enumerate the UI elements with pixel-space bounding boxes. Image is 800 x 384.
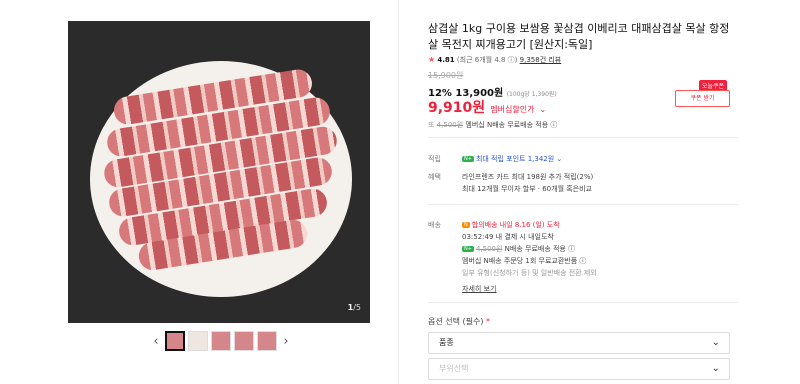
naver-plus-badge: N+ [462,156,474,162]
chevron-down-icon: ⌄ [554,155,563,163]
option-label: 옵션 선택 (필수) * [428,316,490,327]
delivery-cutoff: 03:52:49 내 결제 시 내일도착 [462,233,554,241]
shipping-note-text: 멤버십 N배송 무료배송 적용 [465,121,549,129]
member-price-label[interactable]: 멤버십할인가 [490,105,534,114]
image-counter: 1/5 [348,303,361,312]
thumbnail[interactable] [234,331,254,351]
rating-row: ★ 4.81 (최근 6개월 4.8 ⓘ) 9,358건 리뷰 [428,55,561,65]
option-select-variety[interactable]: 품종 ⌄ [428,332,730,354]
member-delivery-line: N+ 4,500원 N배송 무료배송 적용 ⓘ [462,244,575,254]
points-label: 적립 [428,155,441,163]
info-icon: ⓘ [565,245,576,253]
thumbnail-strip: ‹ › [150,331,292,351]
thumbnail[interactable] [257,331,277,351]
rating-recent: (최근 6개월 4.8 [456,56,506,64]
option-select-value: 부위선택 [439,364,469,373]
coupon-label: 쿠폰 받기 [690,95,715,102]
star-icon: ★ [428,55,436,64]
divider [428,137,738,138]
rating-score: 4.81 [437,56,455,64]
benefit-line: 최대 12개월 무이자 할부 · 60개월 혹은비교 [462,185,592,193]
image-counter-total: /5 [353,303,361,312]
shipping-note: 또 4,500원 멤버십 N배송 무료배송 적용 ⓘ [428,120,557,130]
delivery-label: 배송 [428,221,441,229]
coupon-button[interactable]: 쿠폰 받기 [675,90,730,107]
exchange-text: 멤버십 N배송 주문당 1회 무료교환반품 [462,257,578,265]
points-line[interactable]: N+ 최대 적립 포인트 1,342원 ⌄ [462,154,562,164]
points-text: 최대 적립 포인트 1,342원 [475,155,555,163]
required-mark: * [486,317,491,326]
option-select-cut[interactable]: 부위선택 ⌄ [428,358,730,380]
product-main-image[interactable]: 1/5 [68,21,370,323]
delivery-eta-line: N 합의배송 내일 8.16 (일) 도착 [462,220,560,230]
member-price: 9,910원 [428,100,486,116]
naver-plus-badge: N+ [462,246,474,252]
chevron-down-icon: ⌄ [711,337,720,348]
thumbnail[interactable] [188,331,208,351]
benefits-label: 혜택 [428,173,441,181]
divider [398,0,399,384]
divider [428,204,738,205]
delivery-badge: N [462,222,470,228]
option-select-value: 품종 [439,338,454,347]
product-title: 삼겹살 1kg 구이용 보쌈용 꽃삼겹 이베리코 대패삼겹살 목살 항정살 목전… [428,22,730,51]
delivery-detail-link[interactable]: 자세히 보기 [462,284,496,294]
info-icon: ⓘ) [505,56,518,64]
delivery-eta: 내일 8.16 (일) 도착 [499,221,560,229]
review-count-link[interactable]: 9,358건 리뷰 [520,56,562,64]
member-delivery-note: N배송 무료배송 적용 [504,245,566,253]
benefit-line: 라인프렌즈 카드 최대 198원 추가 적립(2%) [462,173,594,181]
thumbnail[interactable] [165,331,185,351]
chevron-down-icon: ⌄ [711,363,720,374]
original-price: 15,900원 [428,71,464,80]
delivery-type: 합의배송 [471,221,498,229]
chevron-left-icon[interactable]: ‹ [150,334,162,349]
option-label-text: 옵션 선택 (필수) [428,317,484,326]
chevron-right-icon[interactable]: › [280,334,292,349]
chevron-down-icon[interactable]: ⌄ [540,105,547,114]
divider [428,302,738,303]
shipping-strike-price: 4,500원 [436,121,464,129]
member-price-row: 9,910원 멤버십할인가 ⌄ [428,97,546,117]
info-icon: ⓘ [548,121,558,129]
exclude-note: 일부 유형(신청하기 등) 및 일반배송 전환 제외 [462,269,597,277]
thumbnail[interactable] [211,331,231,351]
delivery-strike-price: 4,500원 [475,245,503,253]
shipping-prefix: 또 [428,121,435,129]
coupon-widget: 오늘쿠폰 쿠폰 받기 [673,80,731,110]
exchange-note: 멤버십 N배송 주문당 1회 무료교환반품 ⓘ [462,256,586,266]
info-icon: ⓘ [577,257,587,265]
